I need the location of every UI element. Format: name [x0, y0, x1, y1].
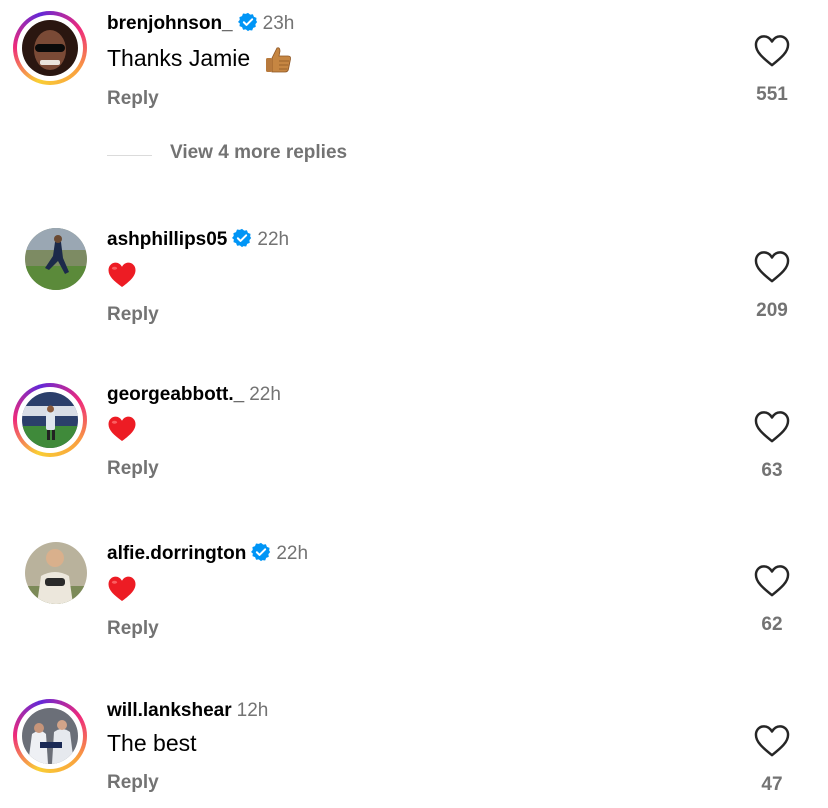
comment-username[interactable]: ashphillips05	[107, 229, 227, 250]
comment-time: 22h	[257, 229, 290, 250]
like-count: 209	[756, 300, 788, 321]
avatar-photo	[22, 20, 78, 76]
red-heart-icon	[108, 576, 136, 601]
avatar-photo	[25, 542, 87, 604]
comment-username[interactable]: brenjohnson_	[107, 13, 233, 34]
avatar[interactable]	[13, 530, 87, 604]
comment-time: 22h	[249, 384, 281, 405]
reply-button[interactable]: Reply	[107, 618, 159, 640]
heart-outline-icon	[754, 35, 790, 67]
like-button[interactable]	[753, 250, 791, 284]
comment-username[interactable]: alfie.dorrington	[107, 543, 246, 564]
heart-outline-icon	[754, 725, 790, 757]
reply-button[interactable]: Reply	[107, 88, 159, 110]
like-button[interactable]	[753, 410, 791, 444]
like-button[interactable]	[753, 34, 791, 68]
like-count: 551	[756, 84, 788, 105]
comment-username[interactable]: will.lankshear	[107, 700, 232, 721]
comment-time: 22h	[276, 543, 309, 564]
verified-badge-icon	[251, 542, 271, 562]
like-count: 62	[761, 614, 783, 635]
red-heart-icon	[108, 262, 136, 287]
comment-text: The best	[107, 730, 197, 756]
heart-outline-icon	[754, 411, 790, 443]
thumbs-up-icon	[265, 47, 291, 73]
view-more-replies-label: View 4 more replies	[170, 142, 348, 163]
like-count: 63	[761, 460, 783, 481]
comment-time: 23h	[262, 13, 295, 34]
avatar[interactable]	[13, 216, 87, 290]
avatar-photo	[25, 228, 87, 290]
comment-time: 12h	[236, 700, 269, 721]
avatar[interactable]	[13, 699, 87, 773]
avatar[interactable]	[13, 11, 87, 85]
avatar-photo	[22, 392, 78, 448]
like-button[interactable]	[753, 724, 791, 758]
like-button[interactable]	[753, 564, 791, 598]
verified-badge-icon	[237, 12, 257, 32]
divider	[107, 155, 152, 156]
avatar[interactable]	[13, 383, 87, 457]
reply-button[interactable]: Reply	[107, 772, 159, 794]
red-heart-icon	[108, 416, 136, 441]
verified-badge-icon	[232, 228, 252, 248]
reply-button[interactable]: Reply	[107, 304, 159, 326]
comment-text: Thanks Jamie	[107, 45, 251, 72]
comment-username[interactable]: georgeabbott._	[107, 384, 244, 405]
reply-button[interactable]: Reply	[107, 458, 159, 480]
like-count: 47	[761, 774, 783, 795]
heart-outline-icon	[754, 251, 790, 283]
avatar-photo	[22, 708, 78, 764]
heart-outline-icon	[754, 565, 790, 597]
